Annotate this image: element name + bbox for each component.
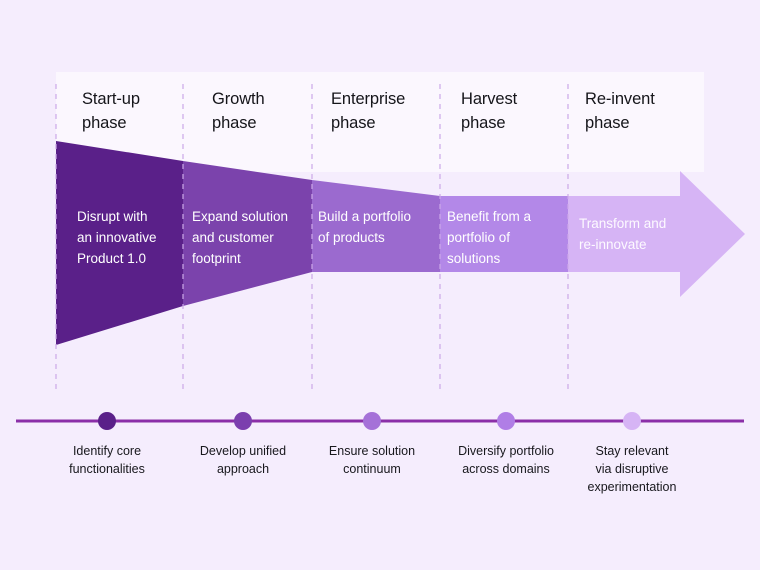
phase-label-3: Enterprise phase [331, 90, 406, 132]
phase-body-1: Disrupt with an innovative Product 1.0 [77, 209, 157, 266]
phase-body-5: Transform and re-innovate [579, 216, 667, 252]
milestone-label-5: Stay relevant via disruptive experimenta… [587, 444, 677, 494]
milestone-dot-1[interactable] [98, 412, 116, 430]
phase-label-2: Growth phase [212, 90, 265, 132]
milestone-label-3: Ensure solution continuum [328, 444, 416, 476]
phase-label-1: Start-up phase [82, 90, 140, 132]
phase-label-4: Harvest phase [461, 90, 518, 132]
milestone-dot-5[interactable] [623, 412, 641, 430]
phase-label-5: Re-invent phase [585, 90, 655, 132]
phase-body-3: Build a portfolio of products [318, 209, 412, 245]
milestone-dot-3[interactable] [363, 412, 381, 430]
milestone-dot-2[interactable] [234, 412, 252, 430]
phase-body-2: Expand solution and customer footprint [192, 209, 289, 266]
milestone-label-4: Diversify portfolio across domains [458, 444, 554, 476]
arrow-head [680, 171, 745, 297]
milestone-label-1: Identify core functionalities [69, 444, 145, 476]
diagram-canvas: Start-up phase Growth phase Enterprise p… [0, 0, 760, 570]
milestone-dot-4[interactable] [497, 412, 515, 430]
phase-body-4: Benefit from a portfolio of solutions [447, 209, 532, 266]
milestone-label-2: Develop unified approach [199, 444, 287, 476]
